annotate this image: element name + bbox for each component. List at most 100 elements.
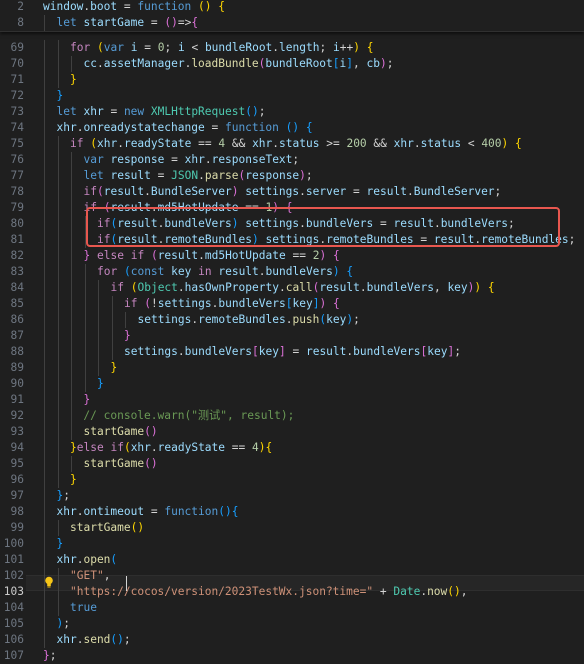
code-text[interactable]: for (const key in result.bundleVers) { bbox=[43, 264, 353, 280]
code-line[interactable]: 73 let xhr = new XMLHttpRequest(); bbox=[0, 104, 584, 120]
code-text[interactable]: startGame() bbox=[43, 456, 158, 472]
line-number: 106 bbox=[3, 633, 24, 646]
code-line[interactable]: 82 } else if (result.md5HotUpdate == 2) … bbox=[0, 248, 584, 264]
code-line[interactable]: 104 true bbox=[0, 600, 584, 616]
line-number: 70 bbox=[10, 57, 24, 70]
code-text[interactable]: } bbox=[43, 88, 64, 104]
code-line[interactable]: 90 } bbox=[0, 376, 584, 392]
code-text[interactable]: startGame() bbox=[43, 520, 144, 536]
code-line[interactable]: 76 var response = xhr.responseText; bbox=[0, 152, 584, 168]
code-text[interactable]: // console.warn("测试", result); bbox=[43, 408, 294, 424]
line-number: 105 bbox=[3, 617, 24, 630]
code-line[interactable]: 72 } bbox=[0, 88, 584, 104]
code-text[interactable]: } bbox=[43, 392, 91, 408]
code-text[interactable]: }; bbox=[43, 488, 71, 504]
code-text[interactable]: for (var i = 0; i < bundleRoot.length; i… bbox=[43, 40, 373, 56]
code-text[interactable]: } bbox=[43, 376, 104, 392]
code-line[interactable]: 107}; bbox=[0, 648, 584, 664]
code-line[interactable]: 103 "https://cocos/version/2023TestWx.js… bbox=[0, 584, 584, 600]
code-line[interactable]: 100 } bbox=[0, 536, 584, 552]
line-number: 82 bbox=[10, 249, 24, 262]
code-line[interactable]: 92 // console.warn("测试", result); bbox=[0, 408, 584, 424]
code-text[interactable]: } bbox=[43, 536, 64, 552]
code-text[interactable]: cc.assetManager.loadBundle(bundleRoot[i]… bbox=[43, 56, 394, 72]
code-line[interactable]: 69 for (var i = 0; i < bundleRoot.length… bbox=[0, 40, 584, 56]
line-number: 78 bbox=[10, 185, 24, 198]
code-line[interactable]: 88 settings.bundleVers[key] = result.bun… bbox=[0, 344, 584, 360]
line-number: 72 bbox=[10, 89, 24, 102]
code-text[interactable]: } else if (result.md5HotUpdate == 2) { bbox=[43, 248, 340, 264]
code-text[interactable]: settings.remoteBundles.push(key); bbox=[43, 312, 360, 328]
code-text[interactable]: let xhr = new XMLHttpRequest(); bbox=[43, 104, 266, 120]
code-text[interactable]: } bbox=[43, 360, 118, 376]
code-text[interactable]: startGame() bbox=[43, 424, 158, 440]
code-line[interactable]: 2 window.boot = function () { bbox=[0, 0, 584, 15]
code-text[interactable]: xhr.ontimeout = function(){ bbox=[43, 504, 239, 520]
code-text[interactable]: let startGame = ()=>{ bbox=[43, 15, 199, 31]
code-text[interactable]: var response = xhr.responseText; bbox=[43, 152, 300, 168]
code-text[interactable]: settings.bundleVers[key] = result.bundle… bbox=[43, 344, 461, 360]
code-text[interactable]: } bbox=[43, 72, 77, 88]
code-line[interactable]: 94 }else if(xhr.readyState == 4){ bbox=[0, 440, 584, 456]
code-text[interactable]: true bbox=[43, 600, 97, 616]
code-editor[interactable]: 2 window.boot = function () {8 let startG… bbox=[0, 0, 584, 662]
code-text[interactable]: if (xhr.readyState == 4 && xhr.status >=… bbox=[43, 136, 522, 152]
line-number: 95 bbox=[10, 457, 24, 470]
code-line[interactable]: 105 ); bbox=[0, 616, 584, 632]
line-number: 98 bbox=[10, 505, 24, 518]
code-text[interactable]: } bbox=[43, 472, 77, 488]
code-line[interactable]: 102 "GET", bbox=[0, 568, 584, 584]
line-number: 71 bbox=[10, 73, 24, 86]
code-line[interactable]: 84 if (Object.hasOwnProperty.call(result… bbox=[0, 280, 584, 296]
code-text[interactable]: if (Object.hasOwnProperty.call(result.bu… bbox=[43, 280, 495, 296]
line-number: 80 bbox=[10, 217, 24, 230]
code-text[interactable]: xhr.open( bbox=[43, 552, 118, 568]
line-number: 69 bbox=[10, 41, 24, 54]
code-line[interactable]: 70 cc.assetManager.loadBundle(bundleRoot… bbox=[0, 56, 584, 72]
code-line[interactable]: 75 if (xhr.readyState == 4 && xhr.status… bbox=[0, 136, 584, 152]
line-number: 8 bbox=[17, 16, 24, 29]
code-line[interactable]: 78 if(result.BundleServer) settings.serv… bbox=[0, 184, 584, 200]
code-line[interactable]: 74 xhr.onreadystatechange = function () … bbox=[0, 120, 584, 136]
code-text[interactable]: } bbox=[43, 328, 131, 344]
code-line[interactable]: 89 } bbox=[0, 360, 584, 376]
code-line[interactable]: 91 } bbox=[0, 392, 584, 408]
code-text[interactable]: xhr.send(); bbox=[43, 632, 131, 648]
line-number: 86 bbox=[10, 313, 24, 326]
code-text[interactable]: "https://cocos/version/2023TestWx.json?t… bbox=[43, 584, 468, 600]
code-line[interactable]: 96 } bbox=[0, 472, 584, 488]
code-line[interactable]: 99 startGame() bbox=[0, 520, 584, 536]
line-number: 81 bbox=[10, 233, 24, 246]
code-line[interactable]: 106 xhr.send(); bbox=[0, 632, 584, 648]
line-number: 94 bbox=[10, 441, 24, 454]
line-number: 97 bbox=[10, 489, 24, 502]
lightbulb-icon[interactable] bbox=[44, 576, 54, 588]
code-line[interactable]: 95 startGame() bbox=[0, 456, 584, 472]
code-line[interactable]: 87 } bbox=[0, 328, 584, 344]
code-text[interactable]: window.boot = function () { bbox=[43, 0, 225, 15]
line-number: 90 bbox=[10, 377, 24, 390]
code-text[interactable]: if (!settings.bundleVers[key]) { bbox=[43, 296, 340, 312]
code-line[interactable]: 98 xhr.ontimeout = function(){ bbox=[0, 504, 584, 520]
line-number: 84 bbox=[10, 281, 24, 294]
code-text[interactable]: }; bbox=[43, 648, 57, 664]
code-line[interactable]: 83 for (const key in result.bundleVers) … bbox=[0, 264, 584, 280]
code-text[interactable]: xhr.onreadystatechange = function () { bbox=[43, 120, 313, 136]
code-text[interactable]: if(result.BundleServer) settings.server … bbox=[43, 184, 502, 200]
line-number: 75 bbox=[10, 137, 24, 150]
code-text[interactable]: let result = JSON.parse(response); bbox=[43, 168, 313, 184]
line-number: 83 bbox=[10, 265, 24, 278]
code-text[interactable]: ); bbox=[43, 616, 71, 632]
code-line[interactable]: 97 }; bbox=[0, 488, 584, 504]
code-text[interactable]: }else if(xhr.readyState == 4){ bbox=[43, 440, 272, 456]
code-line[interactable]: 86 settings.remoteBundles.push(key); bbox=[0, 312, 584, 328]
line-number: 93 bbox=[10, 425, 24, 438]
code-line[interactable]: 85 if (!settings.bundleVers[key]) { bbox=[0, 296, 584, 312]
code-line[interactable]: 8 let startGame = ()=>{ bbox=[0, 15, 584, 31]
code-line[interactable]: 101 xhr.open( bbox=[0, 552, 584, 568]
code-line[interactable]: 77 let result = JSON.parse(response); bbox=[0, 168, 584, 184]
code-line[interactable]: 71 } bbox=[0, 72, 584, 88]
line-number: 107 bbox=[3, 649, 24, 662]
code-line[interactable]: 93 startGame() bbox=[0, 424, 584, 440]
line-number: 102 bbox=[3, 569, 24, 582]
